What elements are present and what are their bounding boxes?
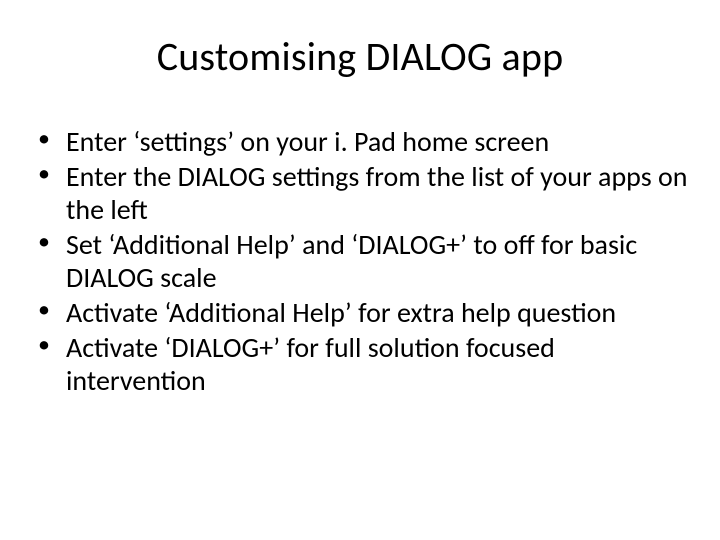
page-title: Customising DIALOG app <box>30 32 690 81</box>
list-item: Set ‘Additional Help’ and ‘DIALOG+’ to o… <box>36 228 690 294</box>
list-item: Activate ‘DIALOG+’ for full solution foc… <box>36 331 690 397</box>
list-item: Enter the DIALOG settings from the list … <box>36 160 690 226</box>
slide-container: Customising DIALOG app Enter ‘settings’ … <box>0 0 720 540</box>
list-item: Enter ‘settings’ on your i. Pad home scr… <box>36 125 690 158</box>
bullet-list: Enter ‘settings’ on your i. Pad home scr… <box>30 125 690 397</box>
list-item: Activate ‘Additional Help’ for extra hel… <box>36 296 690 329</box>
